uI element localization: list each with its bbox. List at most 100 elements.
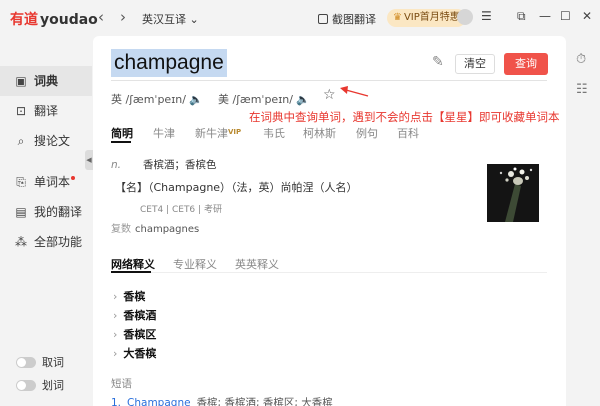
wordbook-icon: ⎘	[16, 175, 26, 189]
sidebar-item-label: 翻译	[34, 104, 59, 118]
sidebar-item-dictionary[interactable]: ▣ 词典	[0, 66, 92, 96]
web-definition-item[interactable]: › 大香槟	[113, 345, 156, 361]
my-translation-icon: ▤	[15, 205, 27, 219]
part-of-speech: n.	[111, 159, 121, 171]
toggle-label: 取词	[42, 356, 64, 369]
eraser-icon[interactable]: ✎	[432, 54, 444, 70]
phonetic-us: 美 /ʃæmˈpeɪn/🔈	[218, 91, 310, 107]
exam-tag: CET6	[171, 205, 196, 215]
plural-value: champagnes	[135, 224, 200, 235]
annotation-arrow	[340, 86, 369, 97]
screenshot-translate-button[interactable]: 截图翻译	[318, 11, 376, 27]
tab-oxford[interactable]: 牛津	[153, 125, 175, 141]
tab-examples[interactable]: 例句	[356, 125, 378, 141]
sidebar: ▣ 词典 ⊡ 翻译 ⌕ 搜论文 ⎘ 单词本 ▤ 我的翻译 ⁂ 全部功能 取词 划词	[0, 36, 92, 406]
settings-sliders-icon[interactable]: ☷	[576, 82, 588, 97]
phrase-cn: 香槟; 香槟酒; 香槟区; 大香槟	[196, 397, 333, 406]
crown-icon: ♛	[393, 12, 402, 23]
all-features-icon: ⁂	[15, 235, 27, 249]
logo-text-en: youdao	[40, 12, 98, 28]
mini-window-icon[interactable]: ⧉	[517, 9, 526, 24]
web-definition-item[interactable]: › 香槟区	[113, 326, 156, 342]
back-icon[interactable]: ‹	[98, 8, 104, 26]
champagne-image[interactable]	[487, 164, 539, 222]
screenshot-icon	[318, 14, 328, 24]
tab-new-oxford[interactable]: 新牛津VIP	[195, 125, 241, 141]
chevron-right-icon: ›	[113, 290, 118, 303]
sidebar-item-label: 搜论文	[34, 134, 71, 148]
web-definition-text: 大香槟	[123, 347, 157, 360]
sidebar-item-my-translation[interactable]: ▤ 我的翻译	[0, 197, 92, 227]
phonetic-uk-text: /ʃæmˈpeɪn/	[125, 93, 186, 106]
phrase-item[interactable]: 1. Champagne 香槟; 香槟酒; 香槟区; 大香槟	[111, 395, 333, 406]
tab-webster[interactable]: 韦氏	[263, 125, 285, 141]
app-logo: 有道 youdao	[10, 9, 98, 29]
maximize-icon[interactable]: ☐	[560, 9, 571, 23]
tab-encyclopedia[interactable]: 百科	[397, 125, 419, 141]
phrase-section-title: 短语	[111, 378, 132, 390]
exam-tags: CET4 | CET6 | 考研	[140, 205, 222, 215]
tab-english-definitions[interactable]: 英英释义	[235, 256, 279, 272]
tab-web-definitions[interactable]: 网络释义	[111, 256, 155, 272]
tab-concise[interactable]: 简明	[111, 125, 133, 141]
web-definition-text: 香槟区	[123, 328, 157, 341]
plural-form: 复数 champagnes	[111, 220, 199, 235]
screenshot-translate-label: 截图翻译	[332, 13, 376, 26]
toggle-switch[interactable]	[16, 380, 36, 391]
annotation-text: 在词典中查询单词，遇到不会的点击【星星】即可收藏单词本	[249, 110, 560, 124]
phonetic-us-text: /ʃæmˈpeɪn/	[232, 93, 293, 106]
web-definition-item[interactable]: › 香槟	[113, 288, 145, 304]
active-tab-indicator	[111, 141, 131, 143]
toggle-select-translate[interactable]: 划词	[16, 377, 64, 393]
chevron-right-icon: ›	[113, 328, 118, 341]
divider	[111, 80, 547, 81]
toggle-switch[interactable]	[16, 357, 36, 368]
divider	[111, 272, 547, 273]
forward-icon[interactable]: ›	[120, 8, 126, 26]
vip-tag: VIP	[228, 128, 242, 136]
speaker-icon[interactable]: 🔈	[189, 93, 203, 106]
exam-tag: 考研	[203, 205, 222, 215]
close-icon[interactable]: ✕	[582, 9, 592, 23]
exam-tag: CET4	[140, 205, 164, 215]
favorite-star-icon[interactable]: ☆	[323, 87, 336, 103]
sidebar-item-wordbook[interactable]: ⎘ 单词本	[0, 167, 92, 197]
lookup-button[interactable]: 查询	[504, 53, 548, 75]
sidebar-item-paper-search[interactable]: ⌕ 搜论文	[0, 126, 92, 156]
vip-promo-label: VIP首月特惠	[403, 12, 460, 23]
chevron-down-icon: ⌄	[186, 13, 199, 26]
sidebar-item-translate[interactable]: ⊡ 翻译	[0, 96, 92, 126]
chevron-right-icon: ›	[113, 347, 118, 360]
sidebar-item-all-features[interactable]: ⁂ 全部功能	[0, 227, 92, 257]
avatar[interactable]	[457, 9, 473, 25]
sidebar-collapse-handle[interactable]: ◀	[85, 150, 93, 170]
definition-row: n. 香槟酒；香槟色	[111, 157, 217, 172]
definition-text: 香槟酒；香槟色	[143, 159, 217, 171]
clear-button[interactable]: 清空	[455, 54, 495, 74]
menu-icon[interactable]: ☰	[481, 9, 492, 23]
tab-professional-definitions[interactable]: 专业释义	[173, 256, 217, 272]
toggle-word-capture[interactable]: 取词	[16, 354, 64, 370]
search-input[interactable]: champagne	[111, 49, 227, 77]
paper-search-icon: ⌕	[17, 134, 25, 148]
language-mode-select[interactable]: 英汉互译 ⌄	[142, 11, 199, 27]
vip-promo-button[interactable]: ♛ VIP首月特惠	[387, 9, 466, 27]
sidebar-item-label: 全部功能	[34, 235, 83, 249]
translate-icon: ⊡	[15, 104, 27, 118]
logo-text-cn: 有道	[10, 12, 38, 28]
name-entry: 【名】（Champagne）（法，英）尚帕涅（人名）	[115, 181, 358, 194]
web-definition-text: 香槟	[123, 290, 146, 303]
tab-collins[interactable]: 柯林斯	[303, 125, 336, 141]
notification-dot	[71, 176, 76, 180]
web-definition-item[interactable]: › 香槟酒	[113, 307, 156, 323]
main-panel: champagne ✎ 清空 查询 英 /ʃæmˈpeɪn/🔈 美 /ʃæmˈp…	[93, 36, 566, 406]
sidebar-item-label: 我的翻译	[34, 205, 83, 219]
history-icon[interactable]: ⏱	[576, 52, 586, 67]
title-bar: 有道 youdao ‹ › 英汉互译 ⌄ 截图翻译 ♛ VIP首月特惠 ☰ ⧉ — …	[0, 0, 600, 36]
tab-label: 新牛津	[195, 127, 228, 140]
chevron-right-icon: ›	[113, 309, 118, 322]
minimize-icon[interactable]: —	[539, 9, 551, 23]
phrase-en: Champagne	[127, 397, 191, 406]
plural-label: 复数	[111, 224, 131, 235]
speaker-icon[interactable]: 🔈	[296, 93, 310, 106]
